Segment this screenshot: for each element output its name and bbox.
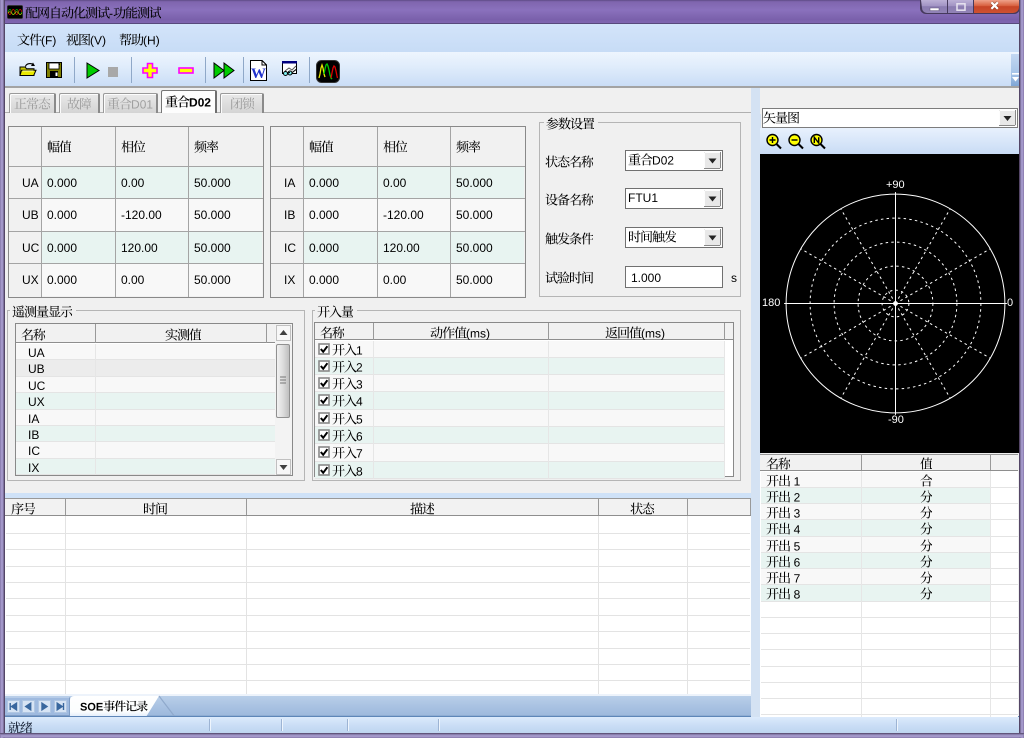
svg-text:W: W [251, 66, 266, 81]
